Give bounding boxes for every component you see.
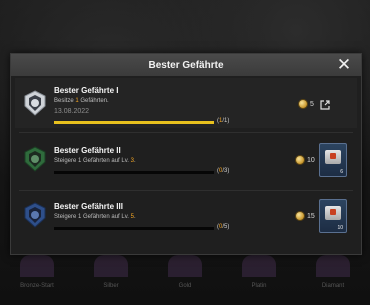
tier-emblem-icon: [168, 255, 202, 277]
background-tier: Gold: [168, 255, 202, 289]
tier-emblem-icon: [20, 255, 54, 277]
background-tier-row: Bronze-Start Silber Gold Platin Diamant: [0, 255, 370, 305]
desc-text: Besitze: [54, 98, 76, 104]
reward-points: 15: [296, 212, 315, 220]
background-tier: Platin: [242, 255, 276, 289]
reward-crate[interactable]: 10: [319, 199, 347, 233]
crate-count: 6: [340, 169, 343, 175]
reward-value: 15: [307, 212, 315, 220]
tier-label: Bronze-Start: [20, 283, 54, 289]
dialog-title: Bester Gefährte: [148, 59, 224, 71]
progress-bar: [54, 171, 214, 174]
locked-badge-icon: [24, 202, 46, 228]
progress-total: /5): [222, 224, 230, 230]
tier-label: Platin: [251, 283, 267, 289]
reward-crate[interactable]: 6: [319, 143, 347, 177]
achievement-row: Bester Gefährte II Steigere 1 Gefährten …: [11, 136, 361, 186]
progress-fill: [54, 121, 214, 124]
achievement-dialog: Bester Gefährte ✕ Bester Gefährte I Besi…: [10, 53, 362, 255]
reward-value: 5: [310, 100, 314, 108]
achievement-row: Bester Gefährte I Besitze 1 Gefährten. 1…: [11, 78, 361, 128]
crate-icon: [325, 206, 341, 220]
tier-label: Diamant: [321, 283, 345, 289]
achievement-title: Bester Gefährte II: [54, 146, 121, 155]
completion-date: 13.08.2022: [54, 108, 90, 115]
tier-label: Gold: [178, 283, 192, 289]
reward-points: 10: [296, 156, 315, 164]
desc-text: .: [133, 214, 136, 220]
achievement-description: Besitze 1 Gefährten.: [54, 98, 109, 104]
progress-text: (0/5): [217, 224, 230, 230]
background-tier: Diamant: [316, 255, 350, 289]
background-tier: Silber: [94, 255, 128, 289]
coin-icon: [296, 212, 304, 220]
tier-label: Silber: [103, 283, 119, 289]
reward-value: 10: [307, 156, 315, 164]
locked-badge-icon: [24, 146, 46, 172]
tier-emblem-icon: [242, 255, 276, 277]
achievement-title: Bester Gefährte III: [54, 202, 123, 211]
achievement-title: Bester Gefährte I: [54, 86, 119, 95]
reward-points: 5: [299, 100, 314, 108]
progress-text: (0/3): [217, 168, 230, 174]
desc-text: Steigere 1 Gefährten auf Lv.: [54, 158, 131, 164]
progress-text: (1/1): [217, 118, 230, 124]
coin-icon: [296, 156, 304, 164]
desc-text: Steigere 1 Gefährten auf Lv.: [54, 214, 131, 220]
achievement-description: Steigere 1 Gefährten auf Lv. 5.: [54, 214, 136, 220]
desc-text: .: [133, 158, 136, 164]
progress-bar: [54, 227, 214, 230]
coin-icon: [299, 100, 307, 108]
progress-total: /3): [222, 168, 230, 174]
background-tier: Bronze-Start: [20, 255, 54, 289]
tier-emblem-icon: [316, 255, 350, 277]
row-divider: [19, 132, 353, 133]
tier-emblem-icon: [94, 255, 128, 277]
progress-total: /1): [222, 118, 230, 124]
achievement-description: Steigere 1 Gefährten auf Lv. 3.: [54, 158, 136, 164]
dialog-header: Bester Gefährte ✕: [11, 54, 361, 76]
progress-bar: [54, 121, 214, 124]
completed-badge-icon: [24, 90, 46, 116]
row-divider: [19, 190, 353, 191]
close-icon[interactable]: ✕: [335, 56, 353, 74]
crate-icon: [325, 150, 341, 164]
crate-count: 10: [337, 225, 343, 231]
achievement-row: Bester Gefährte III Steigere 1 Gefährten…: [11, 194, 361, 244]
desc-text: Gefährten.: [78, 98, 109, 104]
share-icon[interactable]: [320, 100, 330, 110]
